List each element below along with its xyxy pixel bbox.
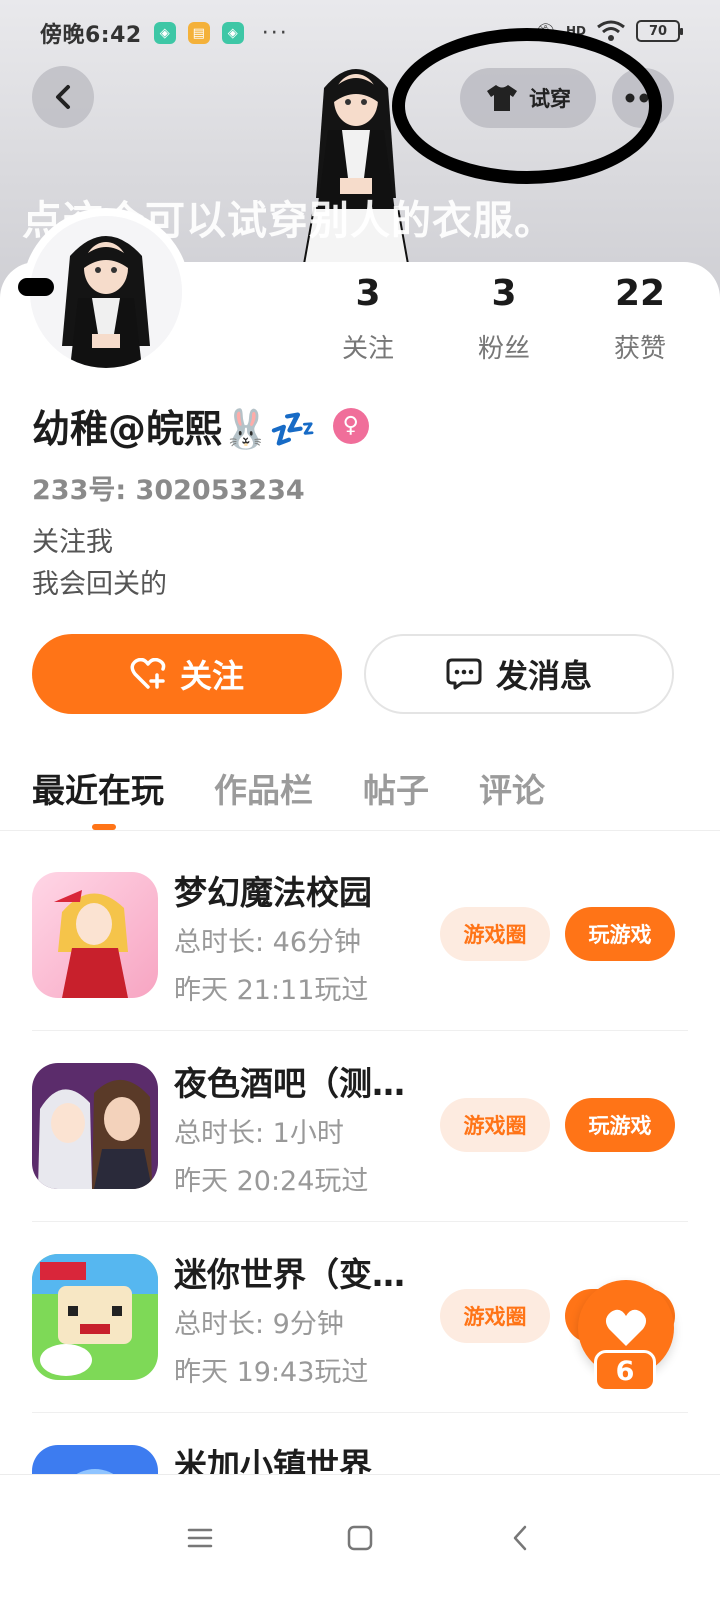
game-last-played: 昨天 20:24玩过	[174, 1166, 369, 1197]
back-button[interactable]	[32, 66, 94, 128]
like-count-badge: 6	[594, 1350, 656, 1392]
play-game-button[interactable]: 玩游戏	[565, 907, 675, 961]
username: 幼稚@皖熙🐰💤	[32, 407, 317, 451]
note-app-icon: ▤	[187, 22, 210, 44]
game-icon-dream-magic-school	[32, 872, 158, 998]
game-last-played: 昨天 21:11玩过	[174, 975, 369, 1006]
avatar-image	[30, 216, 182, 368]
bio: 关注我 我会回关的	[32, 522, 167, 606]
game-row[interactable]: 梦幻魔法校园 总时长: 46分钟 昨天 21:11玩过 游戏圈 玩游戏	[0, 840, 720, 1031]
system-nav-bar	[0, 1474, 720, 1600]
battery-indicator: 70	[636, 20, 683, 42]
heart-plus-icon	[130, 658, 166, 689]
name-row: 幼稚@皖熙🐰💤 ♀	[32, 398, 369, 453]
game-icon-night-bar	[32, 1063, 158, 1189]
heart-icon	[605, 1309, 647, 1346]
menu-icon	[187, 1528, 213, 1547]
bio-line: 关注我	[32, 527, 113, 558]
game-circle-button[interactable]: 游戏圈	[440, 907, 550, 961]
stat-likes-value: 22	[614, 273, 666, 314]
play-game-button[interactable]: 玩游戏	[565, 1098, 675, 1152]
back-arrow-icon	[56, 85, 70, 109]
stat-following-value: 3	[355, 273, 381, 314]
stat-likes-label: 获赞	[613, 334, 666, 364]
stat-fans-value: 3	[491, 273, 517, 314]
game-circle-button[interactable]: 游戏圈	[440, 1289, 550, 1343]
stat-following-label: 关注	[341, 334, 394, 364]
game-title: 迷你世界（变态版）	[174, 1255, 424, 1294]
tabs-divider	[0, 830, 720, 831]
profile-stats: 3 关注 3 粉丝 22 获赞	[300, 272, 710, 365]
home-square-icon	[347, 1525, 373, 1550]
status-more: ···	[261, 20, 289, 46]
game-duration: 总时长: 46分钟	[174, 927, 362, 958]
stat-likes[interactable]: 22 获赞	[572, 272, 708, 365]
wifi-icon	[597, 20, 625, 41]
tab-comments[interactable]: 评论	[479, 764, 545, 812]
user-id: 233号: 302053234	[32, 475, 305, 506]
game-title: 夜色酒吧（测试版）	[174, 1064, 424, 1103]
follow-label: 关注	[179, 657, 244, 695]
home-button[interactable]	[340, 1518, 380, 1558]
status-time: 傍晚6:42	[40, 23, 142, 48]
annotation-circle	[392, 28, 662, 184]
game-last-played: 昨天 19:43玩过	[174, 1357, 369, 1388]
message-button[interactable]: 发消息	[364, 634, 674, 714]
game-icon-mini-world	[32, 1254, 158, 1380]
game-title: 梦幻魔法校园	[174, 873, 372, 912]
redaction-mark	[18, 278, 54, 296]
message-label: 发消息	[495, 657, 592, 695]
tab-posts[interactable]: 帖子	[363, 764, 429, 812]
tab-works[interactable]: 作品栏	[214, 764, 313, 812]
shield-app-icon-2: ◈	[221, 22, 244, 44]
menu-button[interactable]	[180, 1518, 220, 1558]
game-circle-button[interactable]: 游戏圈	[440, 1098, 550, 1152]
shield-app-icon: ◈	[153, 22, 176, 44]
game-duration: 总时长: 9分钟	[174, 1309, 344, 1340]
follow-button[interactable]: 关注	[32, 634, 342, 714]
tab-recent-played[interactable]: 最近在玩	[32, 764, 164, 812]
game-row[interactable]: 夜色酒吧（测试版） 总时长: 1小时 昨天 20:24玩过 游戏圈 玩游戏	[0, 1031, 720, 1222]
stat-following[interactable]: 3 关注	[300, 272, 436, 365]
nav-back-icon	[513, 1525, 527, 1550]
stat-fans-label: 粉丝	[477, 334, 530, 364]
chat-bubble-icon	[446, 658, 482, 690]
game-duration: 总时长: 1小时	[174, 1118, 344, 1149]
bio-line: 我会回关的	[32, 569, 167, 600]
profile-tabs: 最近在玩 作品栏 帖子 评论	[32, 764, 545, 812]
stat-fans[interactable]: 3 粉丝	[436, 272, 572, 365]
nav-back-button[interactable]	[500, 1518, 540, 1558]
female-gender-icon: ♀	[332, 407, 369, 444]
